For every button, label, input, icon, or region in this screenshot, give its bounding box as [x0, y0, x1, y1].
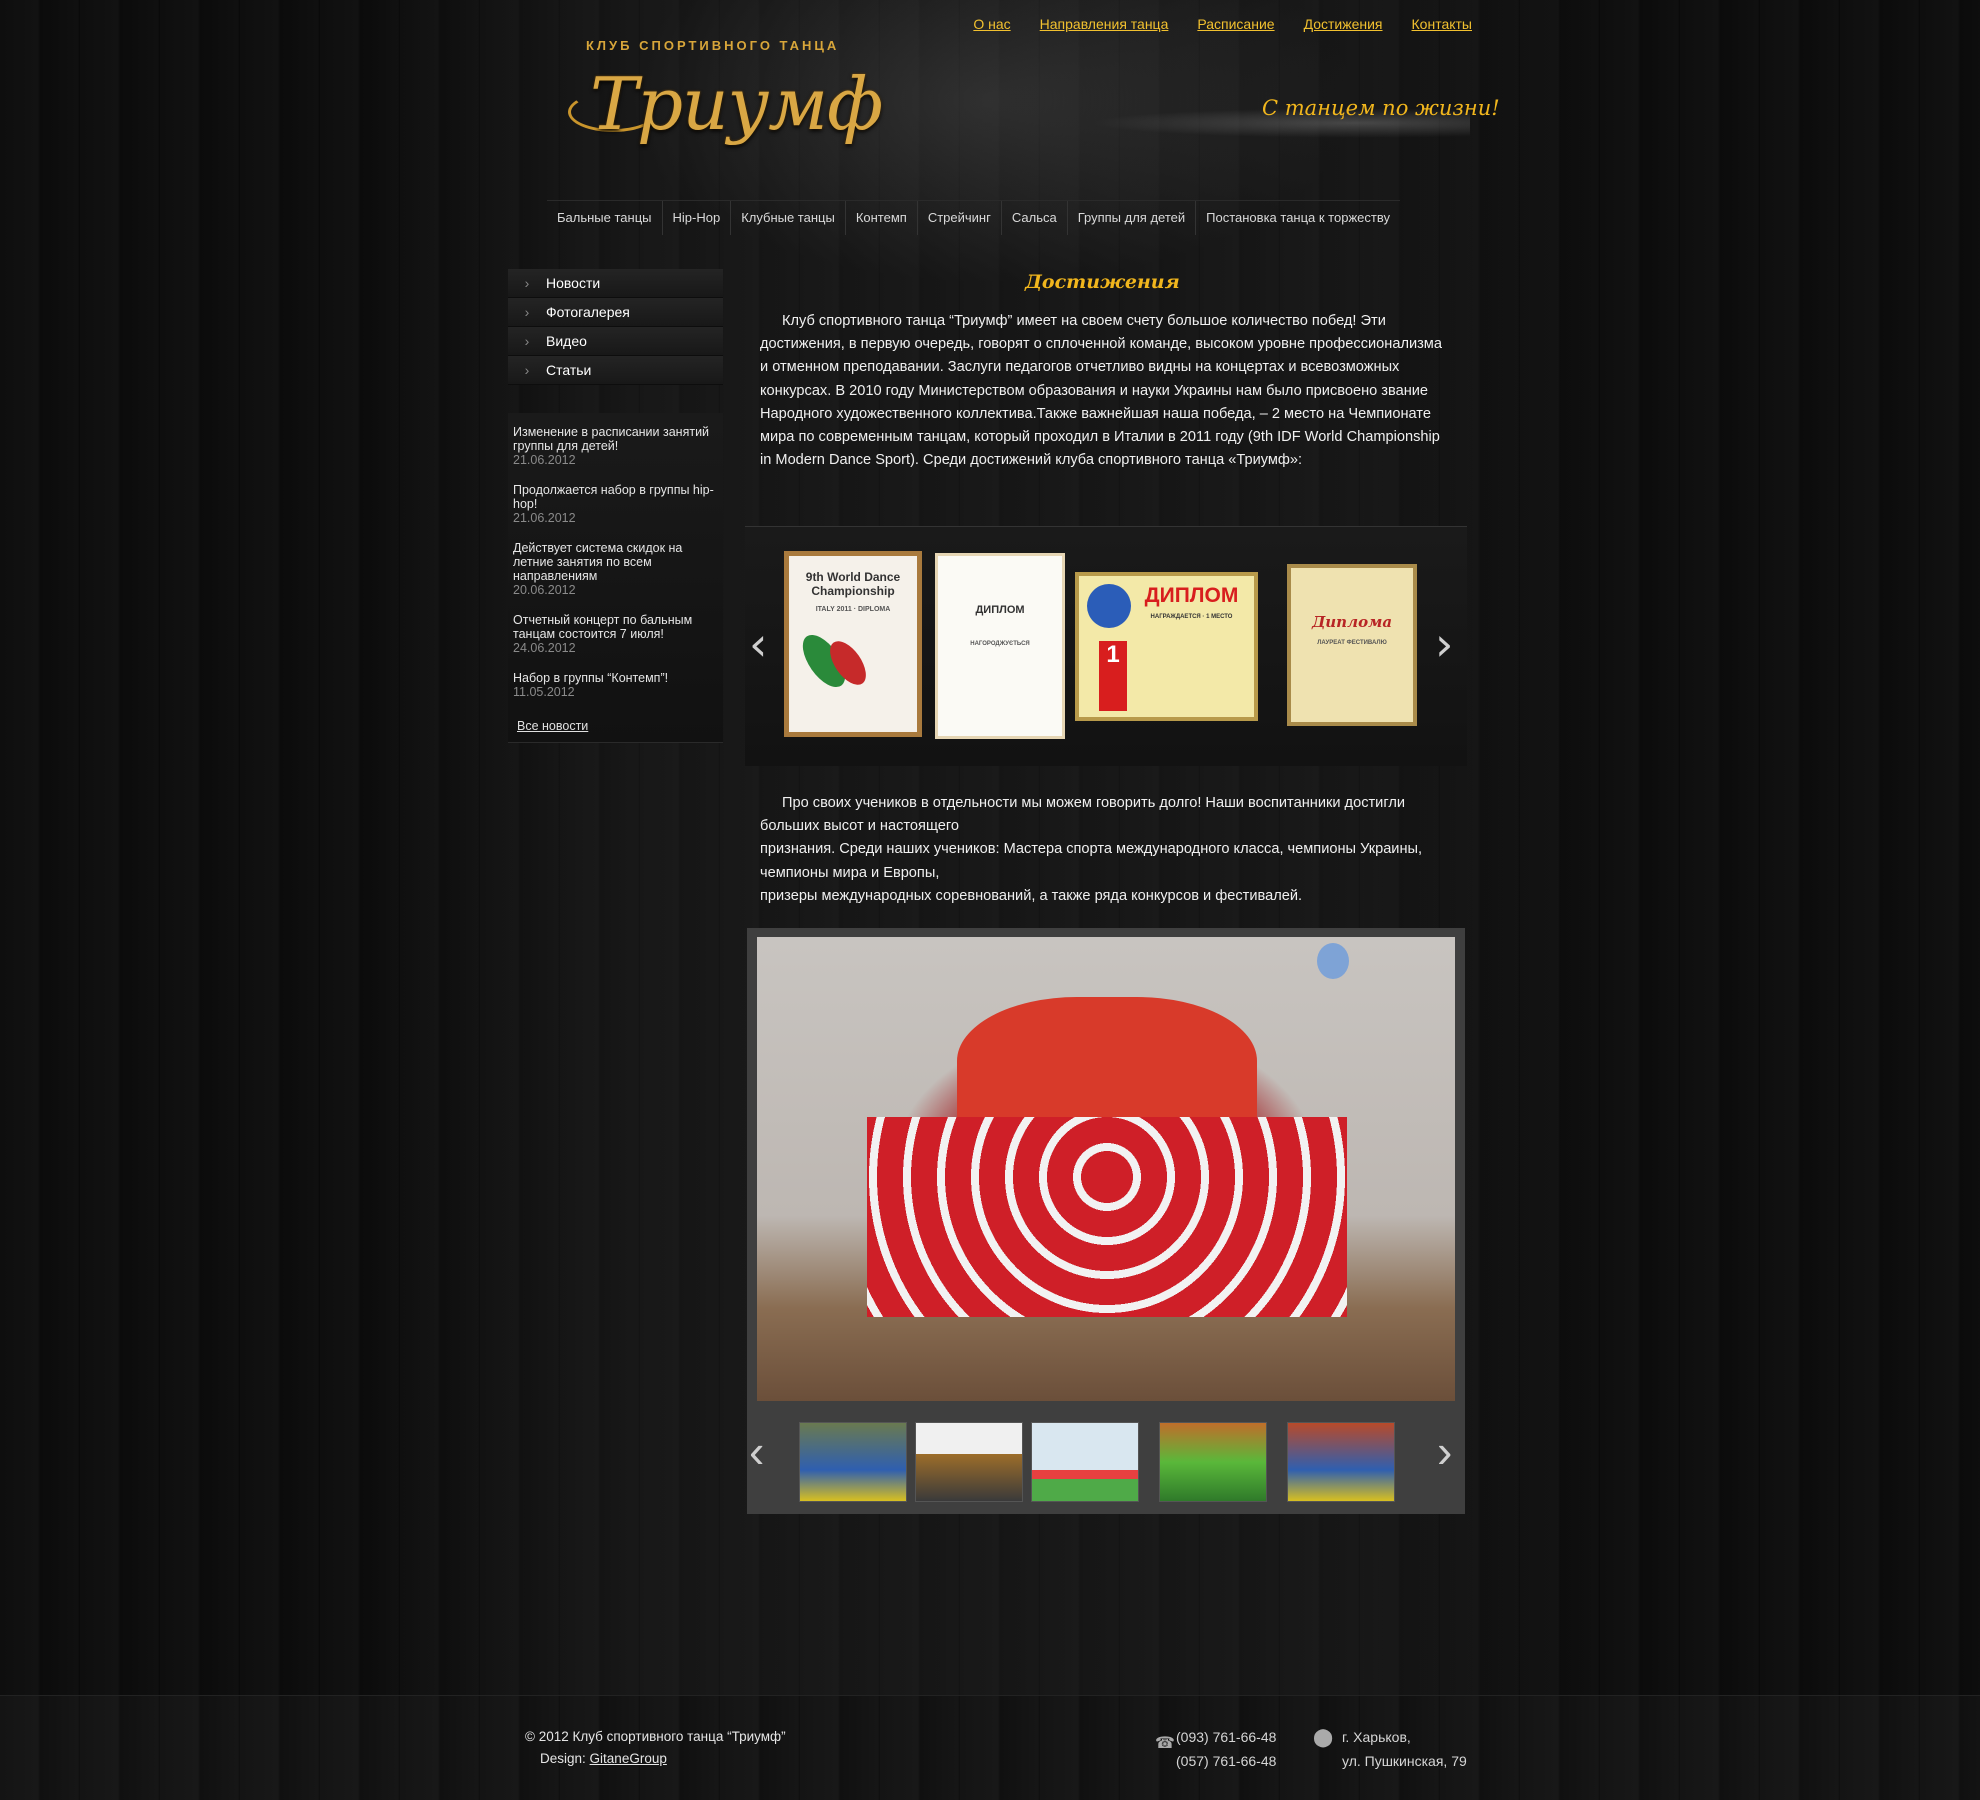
students-paragraph: Про своих учеников в отдельности мы може… [760, 792, 1450, 908]
students-line: призеры международных соревнований, а та… [760, 887, 1303, 904]
side-menu-label: Новости [546, 275, 601, 291]
gallery-thumbnail[interactable] [1159, 1422, 1267, 1502]
side-menu-label: Фотогалерея [546, 304, 630, 320]
certificates-carousel: ‹ 9th World Dance Championship ITALY 201… [745, 526, 1467, 766]
side-menu-articles[interactable]: › Статьи [508, 356, 723, 385]
carousel-prev-arrow-icon[interactable]: ‹ [749, 617, 767, 671]
chevron-right-icon: › [524, 304, 530, 320]
gallery-thumbnail[interactable] [1287, 1422, 1395, 1502]
main-nav-contemp[interactable]: Контемп [846, 200, 918, 235]
news-item[interactable]: Изменение в расписании занятий группы дл… [513, 425, 718, 467]
main-nav: Бальные танцы Hip-Hop Клубные танцы Конт… [547, 200, 1400, 235]
news-text[interactable]: Действует система скидок на летние занят… [513, 541, 718, 583]
main-nav-kids[interactable]: Группы для детей [1068, 200, 1197, 235]
logo-title: Триумф [590, 62, 883, 146]
phone-number: (093) 761-66-48 [1176, 1729, 1277, 1745]
chevron-right-icon: › [524, 275, 530, 291]
certificate-image[interactable]: 9th World Dance Championship ITALY 2011 … [784, 551, 922, 737]
footer-copyright: © 2012 Клуб спортивного танца “Триумф” [525, 1729, 786, 1744]
news-date: 21.06.2012 [513, 453, 576, 467]
address-street: ул. Пушкинская, 79 [1342, 1753, 1467, 1769]
site-logo[interactable]: Клуб спортивного танца Триумф [560, 30, 890, 160]
top-nav-directions[interactable]: Направления танца [1040, 16, 1169, 32]
page-title: Достижения [1025, 271, 1180, 293]
top-nav-contacts[interactable]: Контакты [1412, 16, 1472, 32]
news-date: 21.06.2012 [513, 511, 576, 525]
certificate-subtitle: НАГРАЖДАЕТСЯ · 1 МЕСТО [1150, 614, 1233, 620]
certificate-title: ДИПЛОМ [975, 604, 1025, 616]
certificate-title: ДИПЛОМ [1144, 584, 1239, 607]
main-nav-club[interactable]: Клубные танцы [731, 200, 846, 235]
news-text[interactable]: Отчетный концерт по бальным танцам состо… [513, 613, 718, 641]
all-news-link[interactable]: Все новости [517, 719, 588, 733]
news-item[interactable]: Набор в группы “Контемп”! 11.05.2012 [513, 671, 718, 699]
gallery-thumbnail[interactable] [799, 1422, 907, 1502]
news-text[interactable]: Продолжается набор в группы hip-hop! [513, 483, 718, 511]
intro-text: Клуб спортивного танца “Триумф” имеет на… [760, 313, 1442, 469]
news-text[interactable]: Изменение в расписании занятий группы дл… [513, 425, 718, 453]
news-list: Изменение в расписании занятий группы дл… [508, 413, 723, 743]
certificate-image[interactable]: ДИПЛОМ НАГОРОДЖУЄТЬСЯ [935, 553, 1065, 739]
certificate-image[interactable]: ДИПЛОМ НАГРАЖДАЕТСЯ · 1 МЕСТО 1 [1075, 572, 1258, 721]
certificate-subtitle: НАГОРОДЖУЄТЬСЯ [970, 641, 1030, 647]
phone-icon: ☎ [1155, 1735, 1175, 1752]
certificate-subtitle: ITALY 2011 · DIPLOMA [815, 606, 891, 613]
certificate-emblem [1087, 584, 1131, 628]
news-text[interactable]: Набор в группы “Контемп”! [513, 671, 718, 685]
location-pin-icon: ⬤ [1313, 1727, 1334, 1747]
main-nav-stretching[interactable]: Стрейчинг [918, 200, 1002, 235]
gallery-main-photo[interactable] [757, 937, 1455, 1401]
photo-dancers [867, 1117, 1347, 1317]
first-place-ribbon: 1 [1099, 641, 1127, 711]
chevron-right-icon: › [524, 362, 530, 378]
news-date: 24.06.2012 [513, 641, 576, 655]
footer-band [0, 1695, 1980, 1800]
side-menu-video[interactable]: › Видео [508, 327, 723, 356]
logo-subtitle: Клуб спортивного танца [586, 38, 840, 53]
gallery-thumbnail[interactable] [1031, 1422, 1139, 1502]
gallery-prev-arrow-icon[interactable]: ‹ [749, 1424, 764, 1478]
main-nav-ballroom[interactable]: Бальные танцы [547, 200, 663, 235]
intro-paragraph: Клуб спортивного танца “Триумф” имеет на… [760, 310, 1450, 472]
side-menu-news[interactable]: › Новости [508, 269, 723, 298]
certificate-image[interactable]: Диплома ЛАУРЕАТ ФЕСТИВАЛЮ [1287, 564, 1417, 726]
design-label: Design: [540, 1751, 586, 1766]
certificate-subtitle: ЛАУРЕАТ ФЕСТИВАЛЮ [1317, 640, 1387, 646]
side-menu-label: Видео [546, 333, 587, 349]
photo-gallery: ‹ › [747, 928, 1465, 1514]
top-nav-schedule[interactable]: Расписание [1197, 16, 1274, 32]
side-menu-label: Статьи [546, 362, 592, 378]
main-nav-wedding[interactable]: Постановка танца к торжеству [1196, 201, 1400, 235]
carousel-next-arrow-icon[interactable]: › [1435, 617, 1453, 671]
gallery-next-arrow-icon[interactable]: › [1437, 1424, 1452, 1478]
news-item[interactable]: Продолжается набор в группы hip-hop! 21.… [513, 483, 718, 525]
side-menu: › Новости › Фотогалерея › Видео › Статьи [508, 269, 723, 385]
students-line: признания. Среди наших учеников: Мастера… [760, 841, 1423, 881]
side-menu-gallery[interactable]: › Фотогалерея [508, 298, 723, 327]
slogan: С танцем по жизни! [1262, 96, 1500, 120]
news-date: 11.05.2012 [513, 685, 575, 699]
news-item[interactable]: Отчетный концерт по бальным танцам состо… [513, 613, 718, 655]
students-text: Про своих учеников в отдельности мы може… [760, 795, 1405, 835]
certificate-title: Диплома [1311, 613, 1393, 631]
news-date: 20.06.2012 [513, 583, 576, 597]
top-nav-achievements[interactable]: Достижения [1304, 16, 1383, 32]
chevron-right-icon: › [524, 333, 530, 349]
students-line: Про своих учеников в отдельности мы може… [760, 792, 1450, 838]
phone-number: (057) 761-66-48 [1176, 1753, 1277, 1769]
gallery-thumbnail[interactable] [915, 1422, 1023, 1502]
footer-design: Design: GitaneGroup [540, 1751, 667, 1766]
news-item[interactable]: Действует система скидок на летние занят… [513, 541, 718, 597]
top-nav: О нас Направления танца Расписание Дости… [973, 16, 1472, 32]
photo-balloon [1317, 943, 1349, 979]
address-city: г. Харьков, [1342, 1729, 1411, 1745]
design-link[interactable]: GitaneGroup [590, 1751, 667, 1766]
main-nav-salsa[interactable]: Сальса [1002, 200, 1068, 235]
top-nav-about[interactable]: О нас [973, 16, 1010, 32]
main-nav-hiphop[interactable]: Hip-Hop [663, 200, 732, 235]
certificate-title: 9th World Dance Championship [805, 570, 901, 598]
